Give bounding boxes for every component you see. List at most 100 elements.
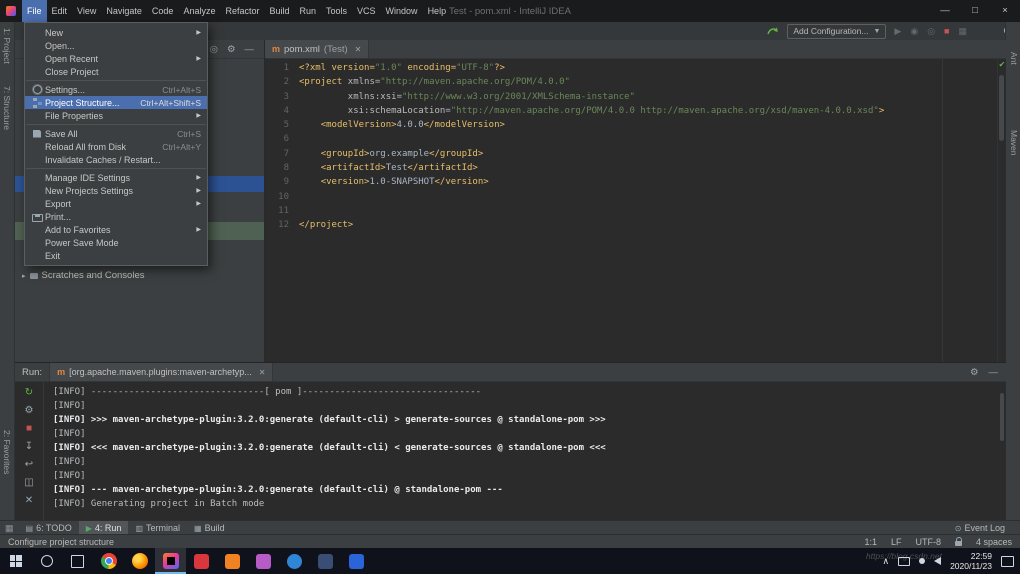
hide-run-panel-icon[interactable]: — [989, 367, 999, 378]
toolwindow-button-todo[interactable]: ▤ 6: TODO [19, 521, 79, 535]
display-tray-icon[interactable] [898, 557, 910, 566]
menubar-item-window[interactable]: Window [381, 0, 423, 22]
app-blue-circle-icon[interactable] [279, 548, 310, 574]
app-purple-icon[interactable] [248, 548, 279, 574]
run-tab[interactable]: m [org.apache.maven.plugins:maven-archet… [49, 363, 273, 381]
close-button[interactable]: × [990, 0, 1020, 22]
menu-item-open-recent[interactable]: Open Recent▶ [25, 52, 207, 65]
chrome-icon[interactable] [93, 548, 124, 574]
menubar-item-file[interactable]: File [22, 0, 47, 22]
locate-file-icon[interactable]: ◎ [210, 44, 218, 55]
menu-item-power-save-mode[interactable]: Power Save Mode [25, 236, 207, 249]
app-red-icon[interactable] [186, 548, 217, 574]
menu-item-save-all[interactable]: Save AllCtrl+S [25, 127, 207, 140]
volume-t ray-icon[interactable] [934, 557, 941, 565]
menubar-item-refactor[interactable]: Refactor [220, 0, 264, 22]
code-line: 7 <groupId>org.example</groupId> [265, 147, 998, 161]
action-center-icon[interactable] [1001, 556, 1014, 567]
hide-panel-icon[interactable]: — [245, 44, 255, 55]
menu-item-invalidate-caches-restart[interactable]: Invalidate Caches / Restart... [25, 153, 207, 166]
menu-item-exit[interactable]: Exit [25, 249, 207, 262]
app-blue-icon[interactable] [341, 548, 372, 574]
profiler-icon[interactable]: ◎ [927, 22, 935, 40]
menubar-item-analyze[interactable]: Analyze [178, 0, 220, 22]
run-settings-icon[interactable]: ⚙ [970, 367, 979, 378]
app-orange-icon[interactable] [217, 548, 248, 574]
toolwindow-button-favorites[interactable]: 2: Favorites [2, 430, 12, 474]
menubar-item-view[interactable]: View [72, 0, 101, 22]
taskbar-clock[interactable]: 22:59 2020/11/23 [950, 551, 992, 571]
minimize-button[interactable]: — [930, 0, 960, 22]
debug-icon[interactable]: ◉ [910, 22, 918, 40]
layout-icon[interactable]: ▦ [958, 22, 967, 40]
tab-module-suffix: (Test) [324, 44, 348, 55]
menu-item-add-to-favorites[interactable]: Add to Favorites▶ [25, 223, 207, 236]
toolwindow-button-run[interactable]: ▶ 4: Run [79, 521, 129, 535]
run-tab-label: [org.apache.maven.plugins:maven-archetyp… [69, 367, 252, 377]
search-button-icon[interactable] [31, 548, 62, 574]
network-tray-icon[interactable] [919, 558, 925, 564]
toolwindow-button-event-log[interactable]: ⊙ Event Log [948, 521, 1012, 535]
stop-icon[interactable]: ■ [26, 422, 32, 435]
panel-settings-icon[interactable]: ⚙ [227, 44, 236, 55]
menu-item-open[interactable]: Open... [25, 39, 207, 52]
run-options-icon[interactable]: ⚙ [25, 404, 34, 417]
toolwindow-button-project[interactable]: 1: Project [2, 28, 12, 64]
tray-expand-icon[interactable]: ∧ [882, 556, 889, 567]
toolwindow-bar: ▦ ▤ 6: TODO ▶ 4: Run ▥ Terminal ▦ Build … [0, 520, 1020, 535]
stop-icon[interactable]: ■ [944, 22, 949, 40]
search-circle-icon [41, 555, 53, 567]
menu-item-reload-all-from-disk[interactable]: Reload All from DiskCtrl+Alt+Y [25, 140, 207, 153]
run-icon[interactable]: ▶ [894, 22, 901, 40]
menubar-item-build[interactable]: Build [264, 0, 294, 22]
menu-item-manage-ide-settings[interactable]: Manage IDE Settings▶ [25, 171, 207, 184]
toolwindow-toggle-icon[interactable]: ▦ [0, 523, 19, 534]
menu-item-file-properties[interactable]: File Properties▶ [25, 109, 207, 122]
scroll-to-end-icon[interactable]: ↧ [25, 440, 33, 453]
toolwindow-button-ant[interactable]: Ant [1009, 52, 1019, 65]
print-icon[interactable]: ◫ [24, 476, 33, 489]
menu-item-settings[interactable]: Settings...Ctrl+Alt+S [25, 83, 207, 96]
clear-icon[interactable]: ✕ [25, 494, 33, 507]
tree-item-scratches[interactable]: ▸ Scratches and Consoles [22, 270, 145, 281]
app-navy-icon[interactable] [310, 548, 341, 574]
run-configurations-combo[interactable]: Add Configuration... ▼ [787, 24, 886, 39]
menubar-item-navigate[interactable]: Navigate [101, 0, 147, 22]
menu-item-new-projects-settings[interactable]: New Projects Settings▶ [25, 184, 207, 197]
caret-position-widget[interactable]: 1:1 [864, 537, 877, 547]
menu-item-export[interactable]: Export▶ [25, 197, 207, 210]
editor-scrollbar[interactable]: ✔ [997, 59, 1006, 362]
menubar-item-vcs[interactable]: VCS [352, 0, 381, 22]
code-area[interactable]: 1<?xml version="1.0" encoding="UTF-8"?>2… [265, 59, 998, 362]
tab-close-icon[interactable]: ✕ [355, 45, 362, 54]
menubar-item-help[interactable]: Help [423, 0, 452, 22]
soft-wrap-icon[interactable]: ↩ [25, 458, 33, 471]
menu-item-new[interactable]: New▶ [25, 26, 207, 39]
console-scrollbar-thumb[interactable] [1000, 393, 1004, 441]
toolwindow-button-terminal[interactable]: ▥ Terminal [128, 521, 187, 535]
start-button-icon[interactable] [0, 548, 31, 574]
toolwindow-button-build[interactable]: ▦ Build [187, 521, 232, 535]
toolwindow-button-maven[interactable]: Maven [1009, 130, 1019, 156]
menu-item-close-project[interactable]: Close Project [25, 65, 207, 78]
firefox-icon[interactable] [124, 548, 155, 574]
encoding-widget[interactable]: UTF-8 [915, 537, 941, 547]
menu-item-project-structure[interactable]: Project Structure...Ctrl+Alt+Shift+S [25, 96, 207, 109]
menubar-item-edit[interactable]: Edit [47, 0, 73, 22]
task-view-button-icon[interactable] [62, 548, 93, 574]
line-ending-widget[interactable]: LF [891, 537, 902, 547]
readonly-lock-icon[interactable] [955, 541, 962, 546]
menubar-item-code[interactable]: Code [147, 0, 179, 22]
scrollbar-thumb[interactable] [999, 75, 1004, 141]
rerun-icon[interactable]: ↻ [25, 386, 33, 399]
run-tab-close-icon[interactable]: ✕ [259, 368, 266, 377]
menu-item-print[interactable]: Print... [25, 210, 207, 223]
menubar-item-run[interactable]: Run [295, 0, 322, 22]
console-output[interactable]: [INFO] --------------------------------[… [45, 382, 996, 521]
toolwindow-button-structure[interactable]: 7: Structure [2, 86, 12, 130]
editor-tab-pom[interactable]: m pom.xml (Test) ✕ [265, 40, 369, 58]
indent-widget[interactable]: 4 spaces [976, 537, 1012, 547]
menubar-item-tools[interactable]: Tools [321, 0, 352, 22]
maximize-button[interactable]: □ [960, 0, 990, 22]
intellij-idea-icon[interactable] [155, 548, 186, 574]
